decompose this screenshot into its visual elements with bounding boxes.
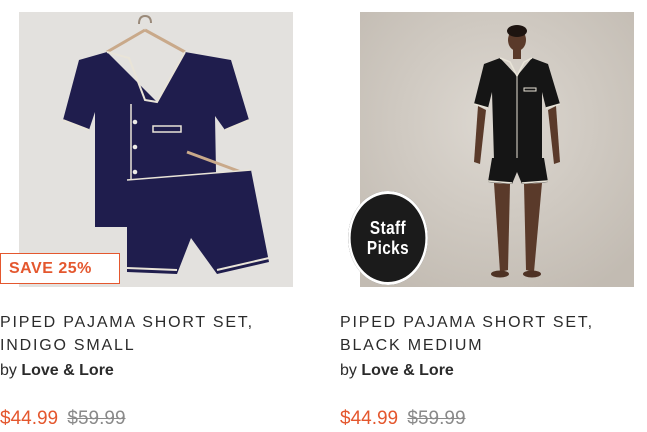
product-title[interactable]: PIPED PAJAMA SHORT SET, BLACK MEDIUM xyxy=(340,311,640,357)
sale-price: $44.99 xyxy=(0,408,59,429)
product-title-line-2[interactable]: INDIGO SMALL xyxy=(0,334,300,357)
staff-picks-badge: Staff Picks xyxy=(348,191,428,285)
product-title-line-2[interactable]: BLACK MEDIUM xyxy=(340,334,640,357)
brand-link[interactable]: Love & Lore xyxy=(21,362,113,379)
original-price: $59.99 xyxy=(407,408,466,429)
staff-picks-line-2: Picks xyxy=(366,238,410,258)
price-block: $44.99 $59.99 xyxy=(0,408,126,430)
product-card-indigo[interactable]: SAVE 25% PIPED PAJAMA SHORT SET, INDIGO … xyxy=(0,0,300,432)
brand-link[interactable]: Love & Lore xyxy=(361,362,453,379)
sale-price: $44.99 xyxy=(340,408,399,429)
product-title-line-1[interactable]: PIPED PAJAMA SHORT SET, xyxy=(340,311,640,334)
product-byline: by Love & Lore xyxy=(340,362,454,380)
product-title-line-1[interactable]: PIPED PAJAMA SHORT SET, xyxy=(0,311,300,334)
by-label: by xyxy=(340,362,357,379)
indigo-pajama-illustration xyxy=(62,14,270,274)
product-image-indigo[interactable] xyxy=(19,12,293,287)
price-block: $44.99 $59.99 xyxy=(340,408,466,430)
save-badge: SAVE 25% xyxy=(0,253,120,284)
original-price: $59.99 xyxy=(67,408,126,429)
product-byline: by Love & Lore xyxy=(0,362,114,380)
product-title[interactable]: PIPED PAJAMA SHORT SET, INDIGO SMALL xyxy=(0,311,300,357)
by-label: by xyxy=(0,362,17,379)
staff-picks-line-1: Staff xyxy=(369,218,407,238)
